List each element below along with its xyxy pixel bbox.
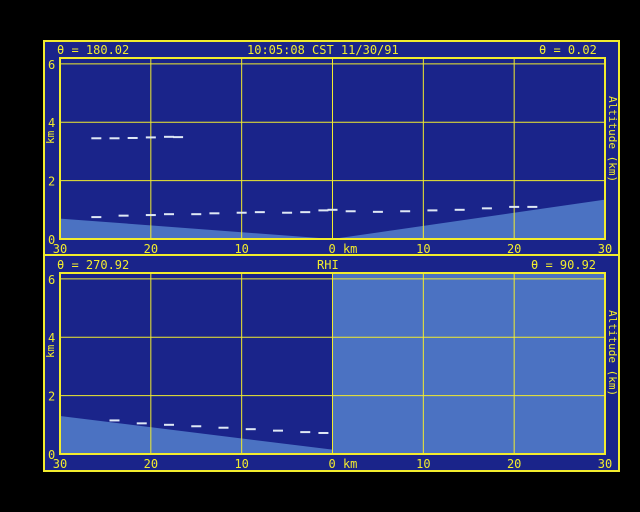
bottom-echo-point xyxy=(245,428,256,431)
bottom-echo-point xyxy=(273,429,283,432)
bottom-x-tick-label: 0 km xyxy=(329,457,358,471)
bottom-x-tick-label: 30 xyxy=(598,457,612,471)
bottom-echo-point xyxy=(109,419,120,422)
bottom-echo-point xyxy=(300,431,311,434)
bottom-echo-point xyxy=(136,422,147,425)
bottom-x-tick-label: 10 xyxy=(234,457,248,471)
bottom-y-tick-label: 6 xyxy=(48,273,55,287)
bottom-echo-point xyxy=(191,425,202,428)
bottom-altitude-label: Altitude (km) xyxy=(606,310,619,397)
bottom-echo-point xyxy=(164,423,174,426)
bottom-echo-point xyxy=(218,426,229,429)
radar-display-frame: θ = 180.02 10:05:08 CST 11/30/91 θ = 0.0… xyxy=(43,40,620,472)
bottom-y-unit-label: km xyxy=(44,344,57,358)
bottom-y-tick-label: 2 xyxy=(48,390,55,404)
bottom-x-tick-label: 30 xyxy=(53,457,67,471)
bottom-blocked-region xyxy=(332,273,605,454)
bottom-rhi-plot: 024630 20 10 0 km 10 20 30 xyxy=(48,272,612,471)
bottom-x-tick-label: 20 xyxy=(507,457,521,471)
bottom-x-tick-label: 20 xyxy=(144,457,158,471)
bottom-y-tick-label: 4 xyxy=(48,331,55,345)
top-y-unit-label: km xyxy=(44,130,57,144)
top-altitude-label: Altitude (km) xyxy=(606,96,619,183)
bottom-echo-point xyxy=(318,431,329,434)
bottom-x-tick-label: 10 xyxy=(416,457,430,471)
